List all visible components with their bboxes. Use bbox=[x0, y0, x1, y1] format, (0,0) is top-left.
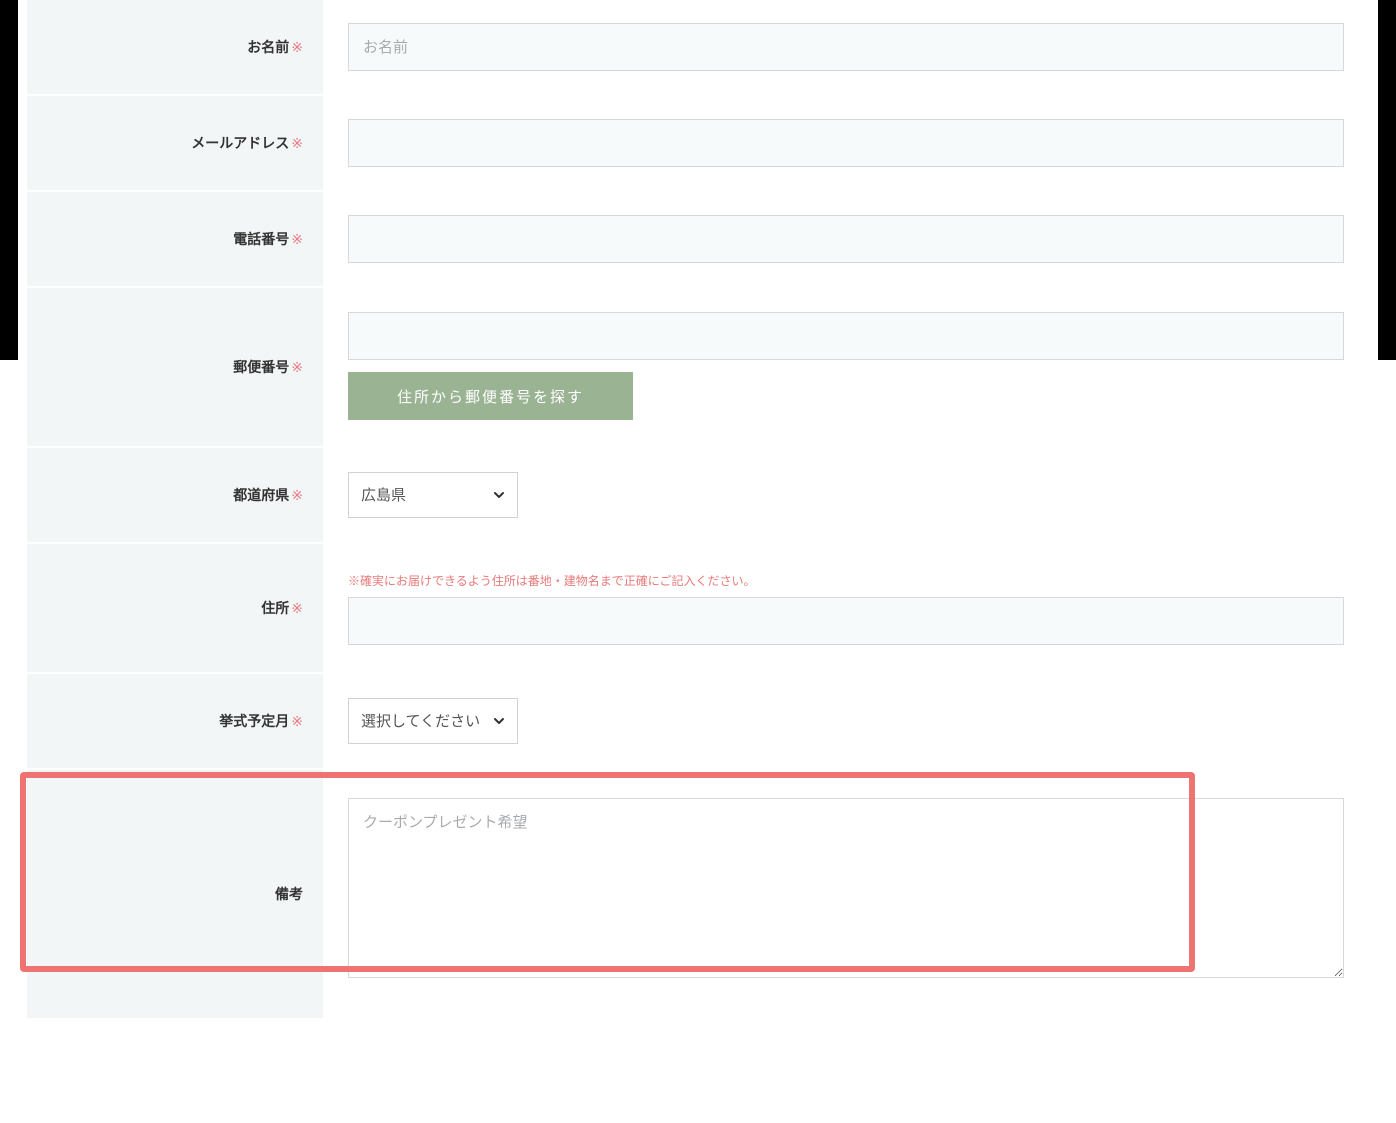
name-input[interactable] bbox=[348, 23, 1344, 71]
input-cell-postal: 住所から郵便番号を探す bbox=[323, 288, 1369, 446]
address-help-text: ※確実にお届けできるよう住所は番地・建物名まで正確にご記入ください。 bbox=[348, 572, 1344, 589]
form-row-remarks: 備考 bbox=[27, 770, 1369, 1020]
label-address: 住所※ bbox=[261, 598, 303, 618]
form-container: お名前※ メールアドレス※ 電話番号※ 郵便番 bbox=[27, 0, 1369, 1020]
label-name-text: お名前 bbox=[247, 39, 289, 55]
postal-lookup-button[interactable]: 住所から郵便番号を探す bbox=[348, 372, 633, 420]
required-mark: ※ bbox=[291, 39, 303, 55]
decorative-bar-left bbox=[0, 0, 18, 360]
label-wedding: 挙式予定月※ bbox=[219, 711, 303, 731]
form-row-phone: 電話番号※ bbox=[27, 192, 1369, 288]
form-row-address: 住所※ ※確実にお届けできるよう住所は番地・建物名まで正確にご記入ください。 bbox=[27, 544, 1369, 674]
required-mark: ※ bbox=[291, 713, 303, 729]
label-prefecture-text: 都道府県 bbox=[233, 487, 289, 503]
label-cell-wedding: 挙式予定月※ bbox=[27, 674, 323, 768]
remarks-textarea[interactable] bbox=[348, 798, 1344, 978]
label-remarks-text: 備考 bbox=[275, 886, 303, 902]
input-cell-address: ※確実にお届けできるよう住所は番地・建物名まで正確にご記入ください。 bbox=[323, 544, 1369, 672]
label-cell-remarks: 備考 bbox=[27, 770, 323, 1018]
address-input[interactable] bbox=[348, 597, 1344, 645]
label-phone-text: 電話番号 bbox=[233, 231, 289, 247]
input-cell-email bbox=[323, 96, 1369, 190]
input-cell-remarks bbox=[323, 770, 1369, 1018]
label-remarks: 備考 bbox=[275, 884, 303, 904]
label-postal-text: 郵便番号 bbox=[233, 359, 289, 375]
label-cell-postal: 郵便番号※ bbox=[27, 288, 323, 446]
form-row-email: メールアドレス※ bbox=[27, 96, 1369, 192]
label-wedding-text: 挙式予定月 bbox=[219, 713, 289, 729]
form-row-postal: 郵便番号※ 住所から郵便番号を探す bbox=[27, 288, 1369, 448]
label-cell-email: メールアドレス※ bbox=[27, 96, 323, 190]
label-phone: 電話番号※ bbox=[233, 229, 303, 249]
decorative-bar-right bbox=[1378, 0, 1396, 360]
required-mark: ※ bbox=[291, 600, 303, 616]
label-cell-name: お名前※ bbox=[27, 0, 323, 94]
label-postal: 郵便番号※ bbox=[233, 357, 303, 377]
label-name: お名前※ bbox=[247, 37, 303, 57]
postal-input[interactable] bbox=[348, 312, 1344, 360]
label-email: メールアドレス※ bbox=[191, 133, 303, 153]
wedding-month-select[interactable]: 選択してください bbox=[348, 698, 518, 744]
required-mark: ※ bbox=[291, 359, 303, 375]
email-input[interactable] bbox=[348, 119, 1344, 167]
label-email-text: メールアドレス bbox=[191, 135, 289, 151]
required-mark: ※ bbox=[291, 487, 303, 503]
input-cell-phone bbox=[323, 192, 1369, 286]
required-mark: ※ bbox=[291, 231, 303, 247]
label-prefecture: 都道府県※ bbox=[233, 485, 303, 505]
input-cell-wedding: 選択してください bbox=[323, 674, 1369, 768]
required-mark: ※ bbox=[291, 135, 303, 151]
label-cell-prefecture: 都道府県※ bbox=[27, 448, 323, 542]
label-address-text: 住所 bbox=[261, 600, 289, 616]
label-cell-address: 住所※ bbox=[27, 544, 323, 672]
input-cell-name bbox=[323, 0, 1369, 94]
prefecture-select[interactable]: 広島県 bbox=[348, 472, 518, 518]
form-row-name: お名前※ bbox=[27, 0, 1369, 96]
form-row-wedding-month: 挙式予定月※ 選択してください bbox=[27, 674, 1369, 770]
phone-input[interactable] bbox=[348, 215, 1344, 263]
input-cell-prefecture: 広島県 bbox=[323, 448, 1369, 542]
form-row-prefecture: 都道府県※ 広島県 bbox=[27, 448, 1369, 544]
label-cell-phone: 電話番号※ bbox=[27, 192, 323, 286]
